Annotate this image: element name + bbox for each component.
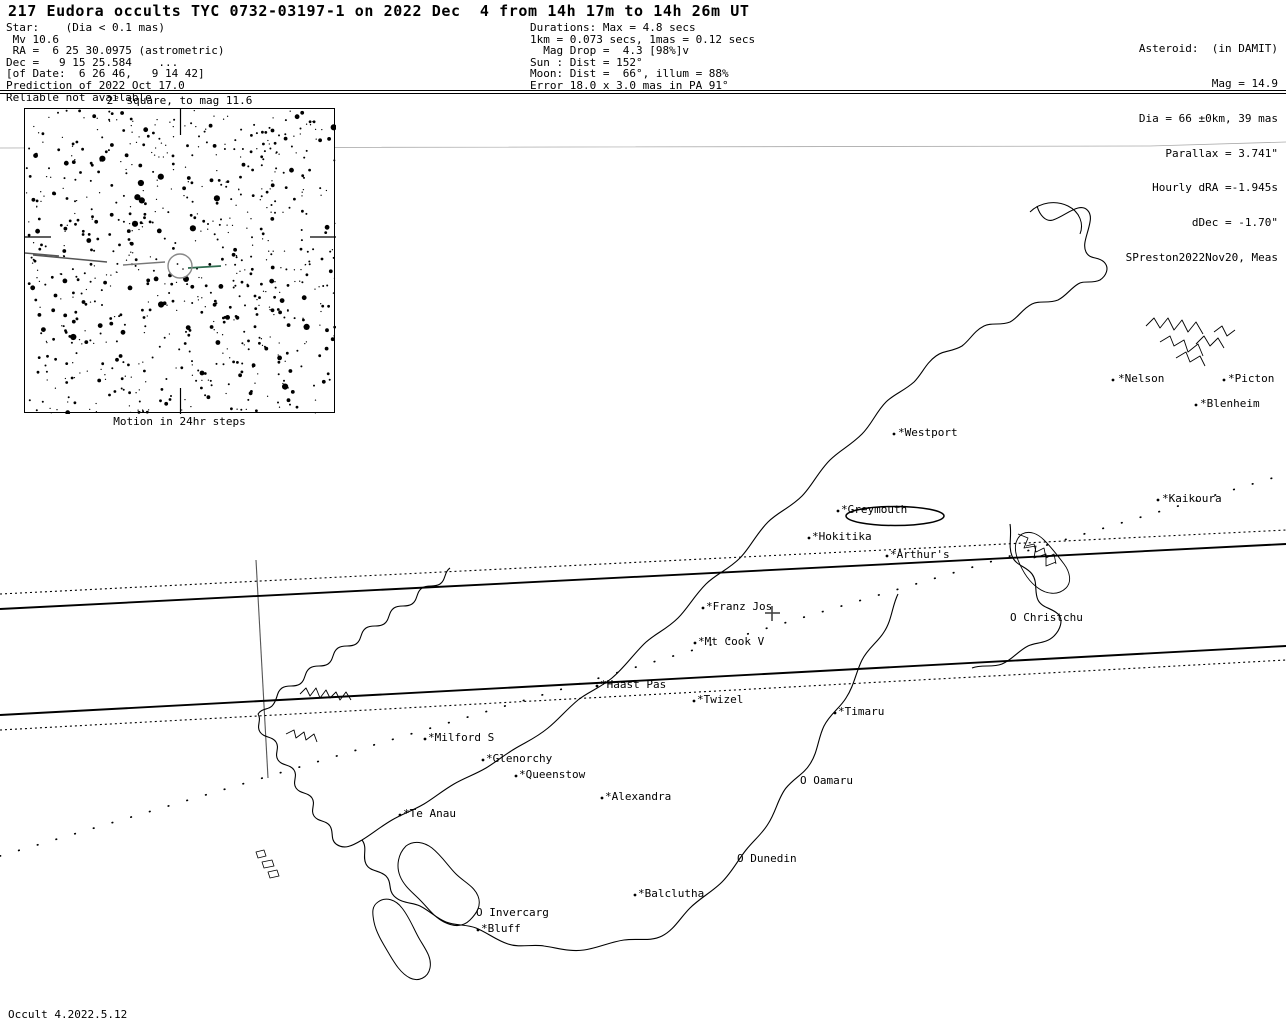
northern-error-line [0,529,1286,595]
city-label: O Dunedin [737,852,797,865]
motion-track-segment [32,254,108,263]
city-label: O Christchu [1010,611,1083,624]
city-label: *Bluff [481,922,521,935]
city-label: O Invercarg [476,906,549,919]
city-label: *Franz Jos [706,600,773,613]
city-label: O Oamaru [800,774,853,787]
app-version-footer: Occult 4.2022.5.12 [8,1008,128,1021]
city-label: *Blenheim [1200,397,1260,410]
asteroid-line: Mag = 14.9 [1211,76,1278,90]
city-label: *Milford S [428,731,495,744]
city-label: *Westport [898,426,958,439]
city-label: *Arthur's [890,548,950,561]
target-star-circle [167,253,193,279]
city-label: *Nelson [1118,372,1165,385]
star-field-graphics [25,109,336,414]
city-label: *Greymouth [841,503,908,516]
city-label: *Timaru [838,705,885,718]
header: 217 Eudora occults TYC 0732-03197-1 on 2… [0,0,1286,263]
city-label: *Picton [1228,372,1275,385]
star-chart-title: 2° square, to mag 11.6 [106,94,253,107]
city-label: *Haast Pas [600,678,667,691]
page-title: 217 Eudora occults TYC 0732-03197-1 on 2… [8,2,750,20]
duration-info-block: Durations: Max = 4.8 secs 1km = 0.073 se… [530,21,756,92]
northern-limit-line [0,543,1286,610]
motion-track-past [122,261,166,266]
star-chart-inset [24,108,336,414]
city-label: *Twizel [697,693,744,706]
city-label: *Glenorchy [486,752,553,765]
city-label: *Alexandra [605,790,672,803]
city-label: *Hokitika [812,530,872,543]
star-chart-footer: Motion in 24hr steps [113,415,246,428]
city-label: *Mt Cook V [698,635,765,648]
southern-error-line [0,659,1286,731]
motion-track-future [187,265,222,269]
city-label: *Kaikoura [1162,492,1222,505]
header-divider [0,90,1286,91]
city-label: *Te Anau [403,807,456,820]
asteroid-line: Asteroid: (in DAMIT) [1138,42,1278,56]
city-label: *Balclutha [638,887,705,900]
vertical-meridian [255,559,269,779]
city-label: *Queenstow [519,768,586,781]
